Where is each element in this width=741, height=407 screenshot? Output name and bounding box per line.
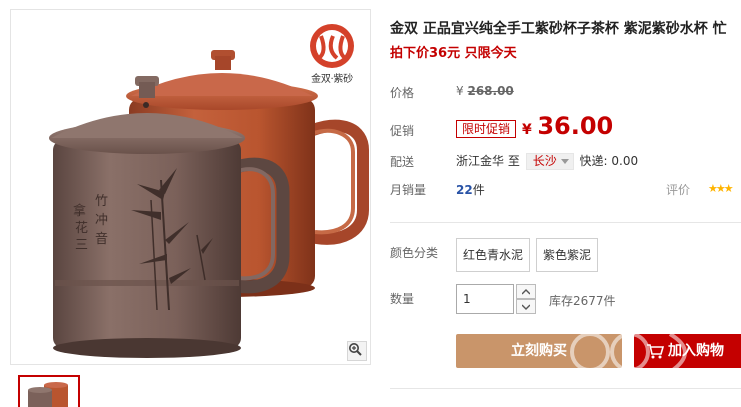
chevron-up-icon bbox=[522, 288, 530, 294]
price-label: 价格 bbox=[390, 86, 415, 100]
cart-icon bbox=[647, 344, 664, 359]
ship-method: 快递: 0.00 bbox=[579, 154, 639, 168]
promo-line: 拍下价36元 只限今天 bbox=[390, 46, 517, 61]
brand-logo-icon bbox=[310, 24, 354, 68]
ship-to-word: 至 bbox=[507, 154, 520, 168]
svg-text:三: 三 bbox=[75, 238, 88, 253]
current-currency: ¥ bbox=[522, 122, 532, 138]
chevron-down-icon bbox=[522, 304, 530, 310]
shipping-info: 浙江金华 至 长沙 快递: 0.00 bbox=[456, 152, 638, 170]
sales-number: 22 bbox=[456, 183, 473, 197]
promo-tag: 限时促销 bbox=[456, 120, 517, 138]
zoom-button[interactable] bbox=[347, 341, 367, 361]
shipping-label: 配送 bbox=[390, 155, 415, 169]
ship-city-select[interactable]: 长沙 bbox=[525, 153, 574, 170]
svg-text:拿: 拿 bbox=[73, 203, 86, 219]
buy-now-button[interactable]: 立刻购买 bbox=[456, 334, 622, 368]
product-gallery: 拿 花 三 竹 冲 音 金双·紫砂 bbox=[10, 9, 371, 407]
svg-text:音: 音 bbox=[95, 231, 108, 247]
brand-logo: 金双·紫砂 bbox=[297, 22, 367, 86]
chevron-down-icon bbox=[560, 159, 569, 164]
product-title: 金双 正品宜兴纯全手工紫砂杯子茶杯 紫泥紫砂水杯 忙 bbox=[390, 21, 727, 37]
thumbnail-list bbox=[18, 375, 80, 407]
quantity-label: 数量 bbox=[390, 292, 415, 306]
thumbnail-image bbox=[28, 382, 68, 407]
original-price-value: 268.00 bbox=[467, 84, 514, 98]
quantity-stepper bbox=[516, 284, 536, 314]
quantity-decrease-button[interactable] bbox=[516, 299, 536, 314]
divider bbox=[390, 222, 741, 223]
zoom-icon bbox=[349, 343, 362, 356]
current-price-value: 36.00 bbox=[537, 112, 614, 140]
original-price: ¥ 268.00 bbox=[456, 84, 514, 98]
color-label: 颜色分类 bbox=[390, 246, 439, 260]
product-detail: 金双 正品宜兴纯全手工紫砂杯子茶杯 紫泥紫砂水杯 忙 拍下价36元 只限今天 价… bbox=[390, 0, 741, 407]
bottom-divider bbox=[390, 388, 741, 389]
rating-stars[interactable]: ★★★ bbox=[708, 182, 734, 195]
add-to-cart-button[interactable]: 加入购物 bbox=[634, 334, 741, 368]
add-to-cart-label: 加入购物 bbox=[668, 343, 724, 359]
svg-text:冲: 冲 bbox=[95, 213, 108, 228]
sales-label: 月销量 bbox=[390, 183, 427, 197]
sales-unit: 件 bbox=[472, 183, 485, 197]
original-currency: ¥ bbox=[456, 84, 464, 98]
current-price: ¥ 36.00 bbox=[522, 112, 613, 140]
svg-text:竹: 竹 bbox=[95, 194, 108, 209]
color-option-red[interactable]: 红色青水泥 bbox=[456, 238, 531, 272]
quantity-increase-button[interactable] bbox=[516, 284, 536, 299]
rating-label: 评价 bbox=[666, 183, 691, 197]
main-product-image[interactable]: 拿 花 三 竹 冲 音 金双·紫砂 bbox=[10, 9, 371, 365]
ship-city: 长沙 bbox=[532, 154, 557, 168]
promo-label: 促销 bbox=[390, 124, 415, 138]
brand-logo-text: 金双·紫砂 bbox=[311, 74, 353, 85]
svg-text:花: 花 bbox=[75, 220, 88, 236]
color-option-purple[interactable]: 紫色紫泥 bbox=[536, 238, 599, 272]
thumbnail-1[interactable] bbox=[18, 375, 80, 407]
sales-count: 22件 bbox=[456, 181, 485, 198]
quantity-input[interactable]: 1 bbox=[456, 284, 514, 314]
stock-text: 库存2677件 bbox=[549, 294, 616, 308]
ship-from: 浙江金华 bbox=[456, 154, 505, 168]
